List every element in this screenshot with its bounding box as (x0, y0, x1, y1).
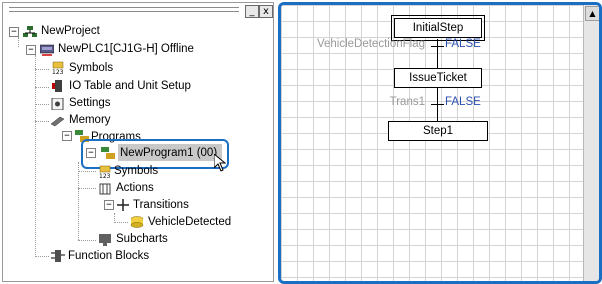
collapse-programs-expander[interactable]: − (62, 131, 72, 141)
close-button[interactable]: x (259, 5, 273, 18)
tree-item-symbols[interactable]: Symbols (69, 61, 113, 75)
transition-bar-1[interactable] (431, 46, 444, 47)
transition1-condition[interactable]: VehicleDetectionFlag (283, 38, 425, 50)
settings-icon (51, 97, 65, 111)
memory-icon (50, 114, 65, 127)
tree-item-io-table[interactable]: IO Table and Unit Setup (69, 79, 191, 93)
diagram-grid[interactable]: InitialStep VehicleDetectionFlag FALSE I… (281, 5, 583, 281)
transitions-icon (116, 198, 130, 211)
sfc-diagram-pane[interactable]: InitialStep VehicleDetectionFlag FALSE I… (278, 2, 602, 284)
svg-text:123: 123 (52, 69, 64, 75)
transition2-value: FALSE (445, 96, 481, 108)
tree-item-vehicle-detected[interactable]: VehicleDetected (148, 215, 231, 229)
collapse-program-expander[interactable]: − (86, 148, 96, 158)
tree-item-project[interactable]: NewProject (41, 24, 100, 38)
step-issue-ticket[interactable]: IssueTicket (394, 68, 482, 88)
function-blocks-icon (51, 249, 65, 262)
collapse-transitions-expander[interactable]: − (104, 200, 114, 210)
vertical-scrollbar[interactable]: ▲ (583, 5, 599, 281)
transition-bar-2[interactable] (431, 104, 444, 105)
mouse-cursor-icon (213, 152, 227, 172)
collapse-project-expander[interactable]: − (9, 27, 19, 37)
tree-title-bar[interactable]: _ x (3, 3, 273, 19)
tree-item-subcharts[interactable]: Subcharts (116, 232, 168, 246)
project-icon (23, 25, 37, 37)
tree-item-memory[interactable]: Memory (69, 113, 111, 127)
collapse-plc-expander[interactable]: − (26, 45, 36, 55)
tree-item-transitions[interactable]: Transitions (133, 198, 189, 212)
tree-item-function-blocks[interactable]: Function Blocks (68, 249, 149, 263)
program-symbols-icon: 123 (98, 165, 112, 180)
project-tree-pane: _ x − NewProject − NewPLC1[CJ1G-H] Offli… (2, 2, 274, 282)
actions-icon (98, 182, 112, 195)
flow-line-1 (437, 39, 438, 68)
transition1-value: FALSE (445, 38, 481, 50)
step-initial[interactable]: InitialStep (391, 15, 485, 41)
tree-item-program-symbols[interactable]: Symbols (114, 164, 158, 178)
tree-item-actions[interactable]: Actions (116, 181, 154, 195)
tree-item-plc[interactable]: NewPLC1[CJ1G-H] Offline (58, 42, 194, 56)
tree-item-settings[interactable]: Settings (69, 96, 111, 110)
tree-item-program[interactable]: NewProgram1 (00) (120, 146, 217, 160)
plc-icon (39, 43, 55, 56)
minimize-button[interactable]: _ (245, 5, 259, 18)
subcharts-icon (98, 233, 112, 246)
transition2-condition[interactable]: Trans1 (341, 96, 425, 108)
io-table-icon (51, 79, 65, 92)
step-step1[interactable]: Step1 (388, 121, 488, 141)
vehicle-detected-icon (130, 215, 144, 228)
program-icon (101, 146, 115, 159)
scroll-up-arrow-icon[interactable]: ▲ (585, 6, 599, 21)
symbols-icon: 123 (51, 61, 65, 76)
svg-text:123: 123 (99, 173, 111, 179)
